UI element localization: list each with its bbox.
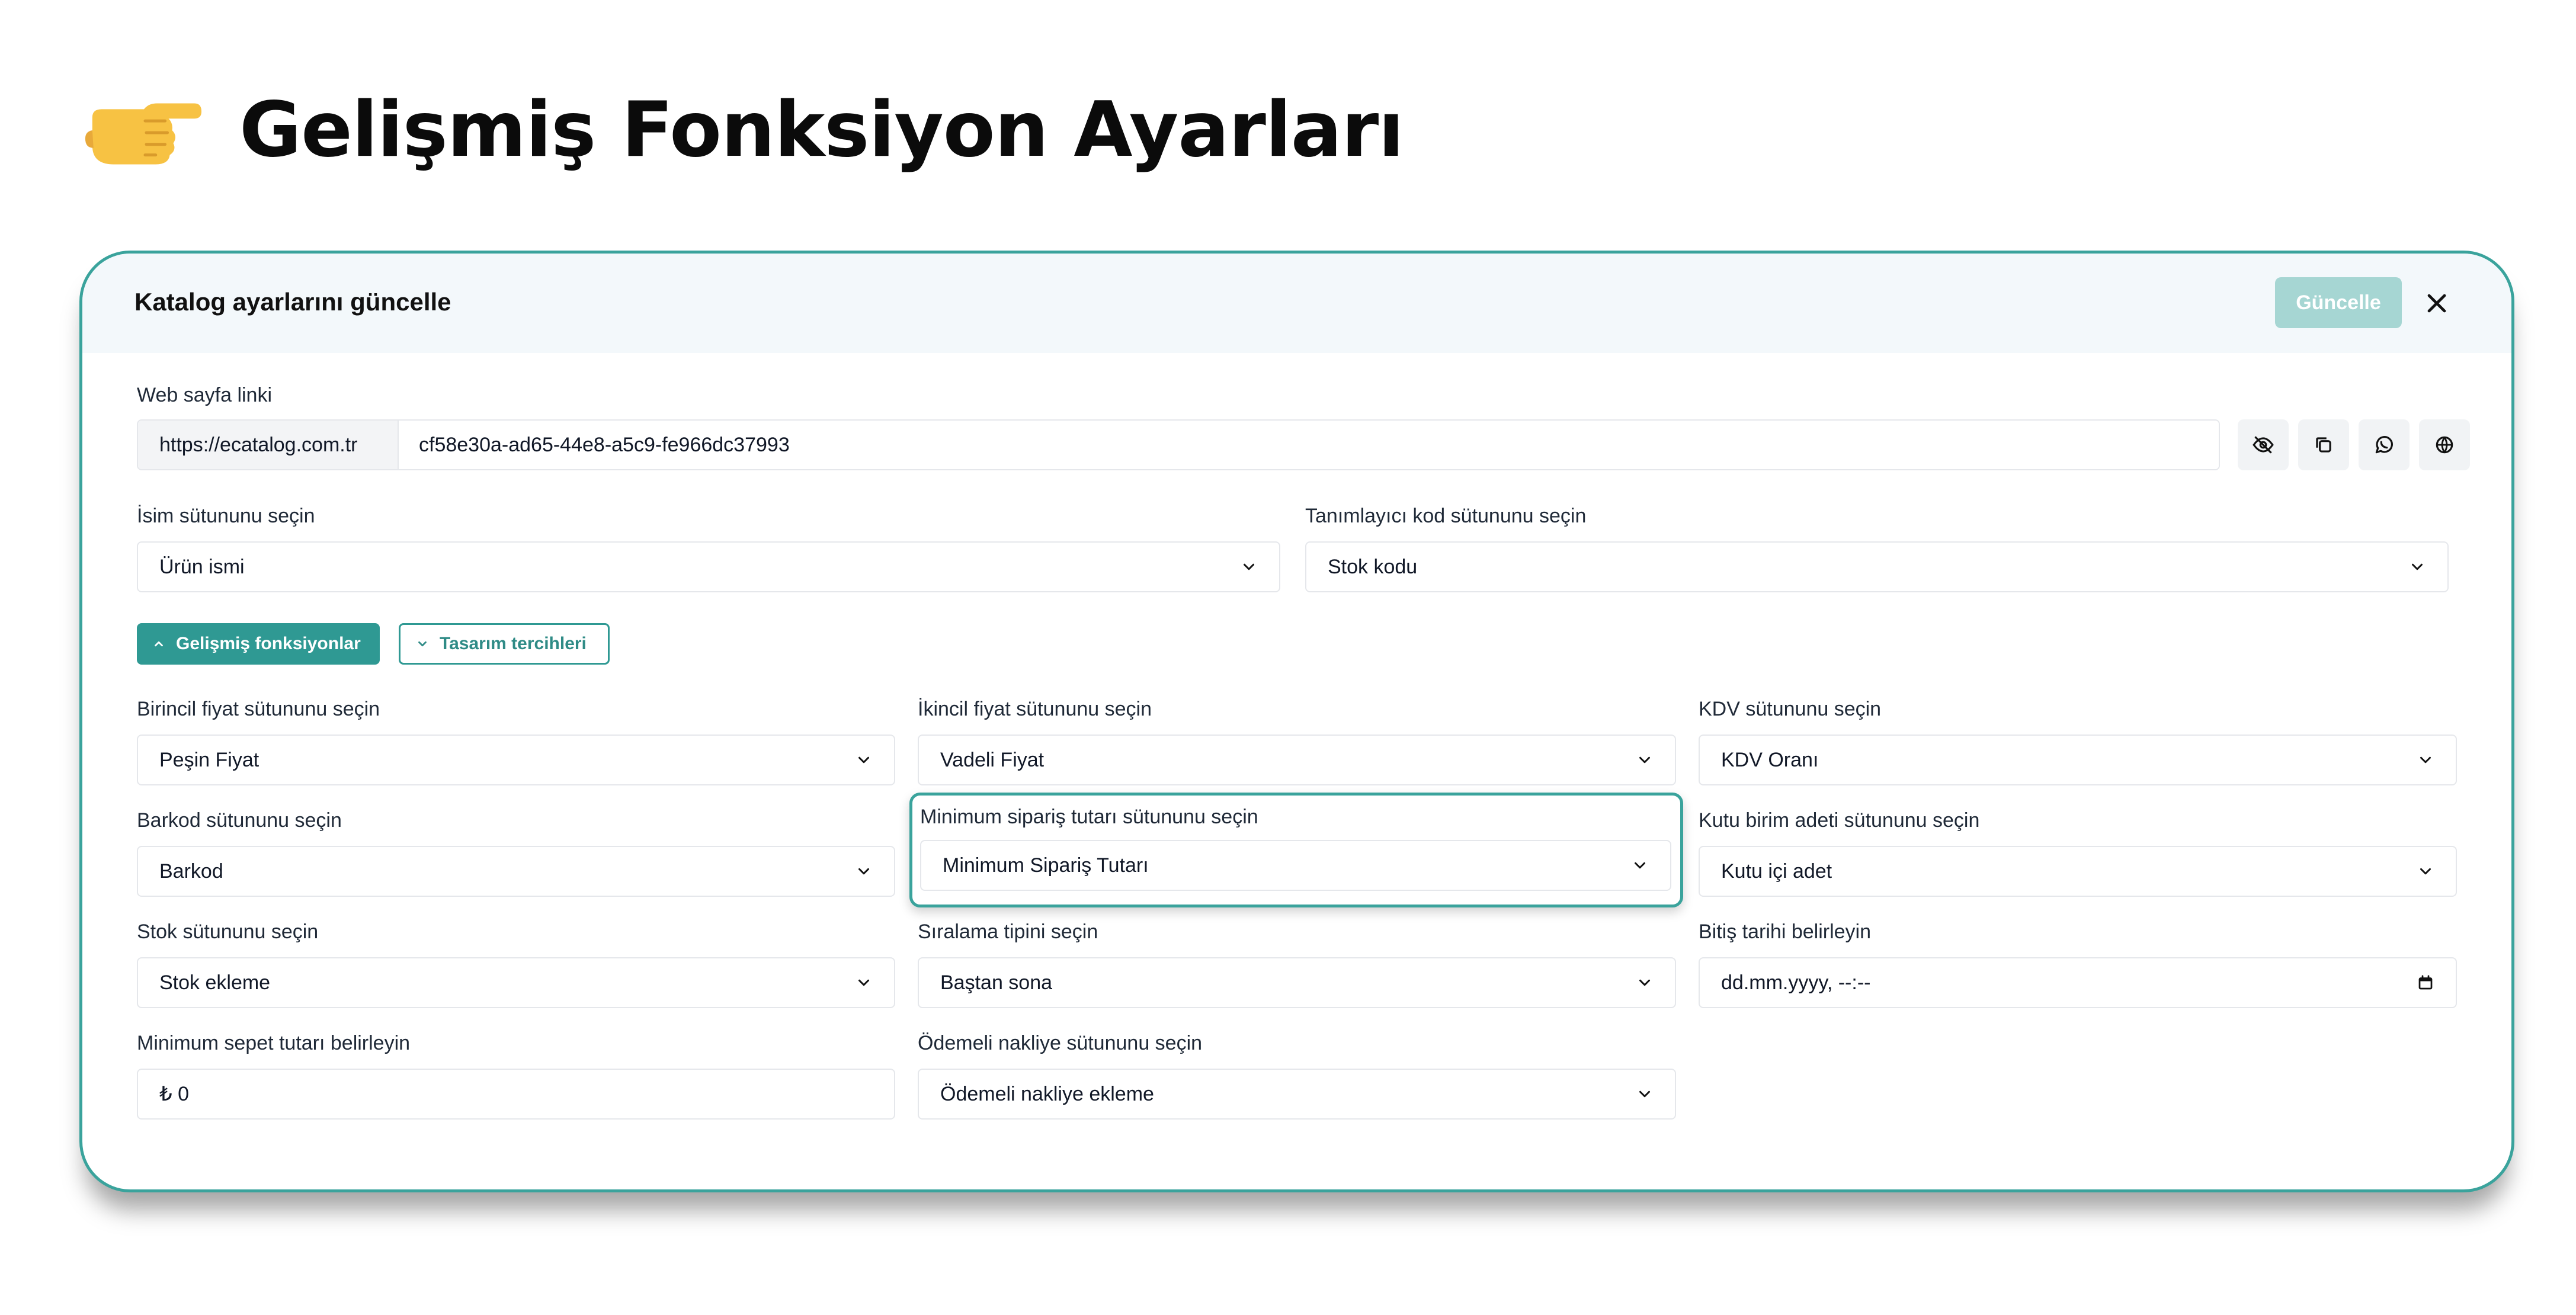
- close-button[interactable]: [2421, 288, 2452, 319]
- chevron-down-icon: [2420, 756, 2431, 764]
- copy-icon: [2316, 437, 2331, 453]
- barcode-select[interactable]: Barkod: [137, 846, 895, 897]
- name-column-label: İsim sütununu seçin: [137, 505, 315, 527]
- hide-link-button[interactable]: [2238, 419, 2289, 470]
- chevron-down-icon: [1639, 756, 1650, 764]
- name-column-select[interactable]: Ürün ismi: [137, 541, 1280, 592]
- chevron-down-icon: [1639, 1091, 1650, 1098]
- globe-icon: [2436, 436, 2453, 454]
- paid-shipping-label: Ödemeli nakliye sütununu seçin: [918, 1032, 1203, 1054]
- min-basket-input[interactable]: ₺ 0: [137, 1069, 895, 1120]
- chevron-down-icon: [1639, 979, 1650, 986]
- sort-select[interactable]: Baştan sona: [918, 957, 1676, 1008]
- secondary-price-label: İkincil fiyat sütununu seçin: [918, 698, 1152, 720]
- design-preferences-label: Tasarım tercihleri: [440, 634, 587, 653]
- primary-price-value: Peşin Fiyat: [159, 748, 259, 771]
- page-title: Gelişmiş Fonksiyon Ayarları: [239, 86, 1404, 174]
- code-column-select[interactable]: Stok kodu: [1305, 541, 2449, 592]
- name-column-value: Ürün ismi: [159, 555, 245, 578]
- min-order-field: Minimum sipariş tutarı sütununu seçin Mi…: [920, 804, 1671, 891]
- stock-value: Stok ekleme: [159, 971, 271, 994]
- box-unit-label: Kutu birim adeti sütununu seçin: [1699, 809, 1980, 832]
- primary-price-label: Birincil fiyat sütununu seçin: [137, 698, 380, 720]
- chevron-up-icon: [155, 641, 163, 647]
- web-link-label: Web sayfa linki: [137, 384, 273, 406]
- advanced-functions-button[interactable]: Gelişmiş fonksiyonlar: [137, 623, 380, 665]
- sort-field: Sıralama tipini seçin Baştan sona: [918, 919, 1676, 1008]
- code-column-value: Stok kodu: [1328, 555, 1418, 578]
- barcode-label: Barkod sütununu seçin: [137, 809, 342, 832]
- eye-off-icon: [2253, 436, 2274, 454]
- end-date-input[interactable]: dd.mm.yyyy, --:--: [1699, 957, 2457, 1008]
- update-button[interactable]: Güncelle: [2275, 277, 2402, 328]
- min-order-select[interactable]: Minimum Sipariş Tutarı: [920, 840, 1671, 891]
- paid-shipping-value: Ödemeli nakliye ekleme: [940, 1082, 1154, 1105]
- min-basket-placeholder: ₺ 0: [159, 1083, 189, 1105]
- share-whatsapp-button[interactable]: [2359, 419, 2410, 470]
- chevron-down-icon: [2412, 563, 2423, 570]
- hand-pointing-right-icon: [85, 103, 202, 165]
- end-date-value: dd.mm.yyyy, --:--: [1721, 971, 1871, 994]
- stock-label: Stok sütununu seçin: [137, 920, 319, 943]
- stock-field: Stok sütununu seçin Stok ekleme: [137, 919, 895, 1008]
- min-basket-field: Minimum sepet tutarı belirleyin ₺ 0: [137, 1031, 895, 1120]
- secondary-price-value: Vadeli Fiyat: [940, 748, 1045, 771]
- calendar-icon[interactable]: [2417, 974, 2434, 992]
- min-order-label: Minimum sipariş tutarı sütununu seçin: [920, 806, 1258, 828]
- secondary-price-field: İkincil fiyat sütununu seçin Vadeli Fiya…: [918, 697, 1676, 785]
- chevron-down-icon: [1244, 563, 1254, 570]
- secondary-price-select[interactable]: Vadeli Fiyat: [918, 735, 1676, 785]
- box-unit-value: Kutu içi adet: [1721, 859, 1832, 883]
- primary-price-select[interactable]: Peşin Fiyat: [137, 735, 895, 785]
- advanced-functions-label: Gelişmiş fonksiyonlar: [176, 634, 361, 653]
- chevron-down-icon: [1635, 862, 1645, 869]
- min-basket-label: Minimum sepet tutarı belirleyin: [137, 1032, 411, 1054]
- vat-label: KDV sütununu seçin: [1699, 698, 1882, 720]
- sort-value: Baştan sona: [940, 971, 1053, 994]
- barcode-field: Barkod sütununu seçin Barkod: [137, 808, 895, 897]
- chevron-down-icon: [858, 756, 869, 764]
- url-prefix: https://ecatalog.com.tr: [138, 421, 399, 469]
- open-web-button[interactable]: [2419, 419, 2470, 470]
- chevron-down-icon: [858, 979, 869, 986]
- modal-title: Katalog ayarlarını güncelle: [134, 288, 451, 316]
- code-column-field: Tanımlayıcı kod sütununu seçin Stok kodu: [1305, 503, 2449, 592]
- vat-value: KDV Oranı: [1721, 748, 1819, 771]
- paid-shipping-field: Ödemeli nakliye sütununu seçin Ödemeli n…: [918, 1031, 1676, 1120]
- chevron-down-icon: [418, 641, 427, 647]
- min-order-value: Minimum Sipariş Tutarı: [943, 854, 1149, 877]
- barcode-value: Barkod: [159, 859, 223, 883]
- page-header: Gelişmiş Fonksiyon Ayarları: [81, 89, 1404, 172]
- box-unit-select[interactable]: Kutu içi adet: [1699, 846, 2457, 897]
- web-link-group: https://ecatalog.com.tr: [137, 419, 2220, 470]
- vat-select[interactable]: KDV Oranı: [1699, 735, 2457, 785]
- box-unit-field: Kutu birim adeti sütununu seçin Kutu içi…: [1699, 808, 2457, 897]
- sort-label: Sıralama tipini seçin: [918, 920, 1098, 943]
- code-column-label: Tanımlayıcı kod sütununu seçin: [1305, 505, 1587, 527]
- design-preferences-button[interactable]: Tasarım tercihleri: [399, 623, 610, 665]
- paid-shipping-select[interactable]: Ödemeli nakliye ekleme: [918, 1069, 1676, 1120]
- copy-link-button[interactable]: [2298, 419, 2349, 470]
- web-link-input[interactable]: [399, 421, 2219, 469]
- modal-header: Katalog ayarlarını güncelle Güncelle: [82, 254, 2511, 353]
- chevron-down-icon: [2420, 868, 2431, 875]
- catalog-settings-modal: Katalog ayarlarını güncelle Güncelle Web…: [79, 251, 2514, 1192]
- primary-price-field: Birincil fiyat sütununu seçin Peşin Fiya…: [137, 697, 895, 785]
- stock-select[interactable]: Stok ekleme: [137, 957, 895, 1008]
- chevron-down-icon: [858, 868, 869, 875]
- name-column-field: İsim sütununu seçin Ürün ismi: [137, 503, 1280, 592]
- web-link-field: Web sayfa linki: [137, 383, 272, 408]
- whatsapp-icon: [2375, 436, 2393, 454]
- close-icon: [2427, 294, 2446, 313]
- end-date-label: Bitiş tarihi belirleyin: [1699, 920, 1871, 943]
- vat-field: KDV sütununu seçin KDV Oranı: [1699, 697, 2457, 785]
- end-date-field: Bitiş tarihi belirleyin dd.mm.yyyy, --:-…: [1699, 919, 2457, 1008]
